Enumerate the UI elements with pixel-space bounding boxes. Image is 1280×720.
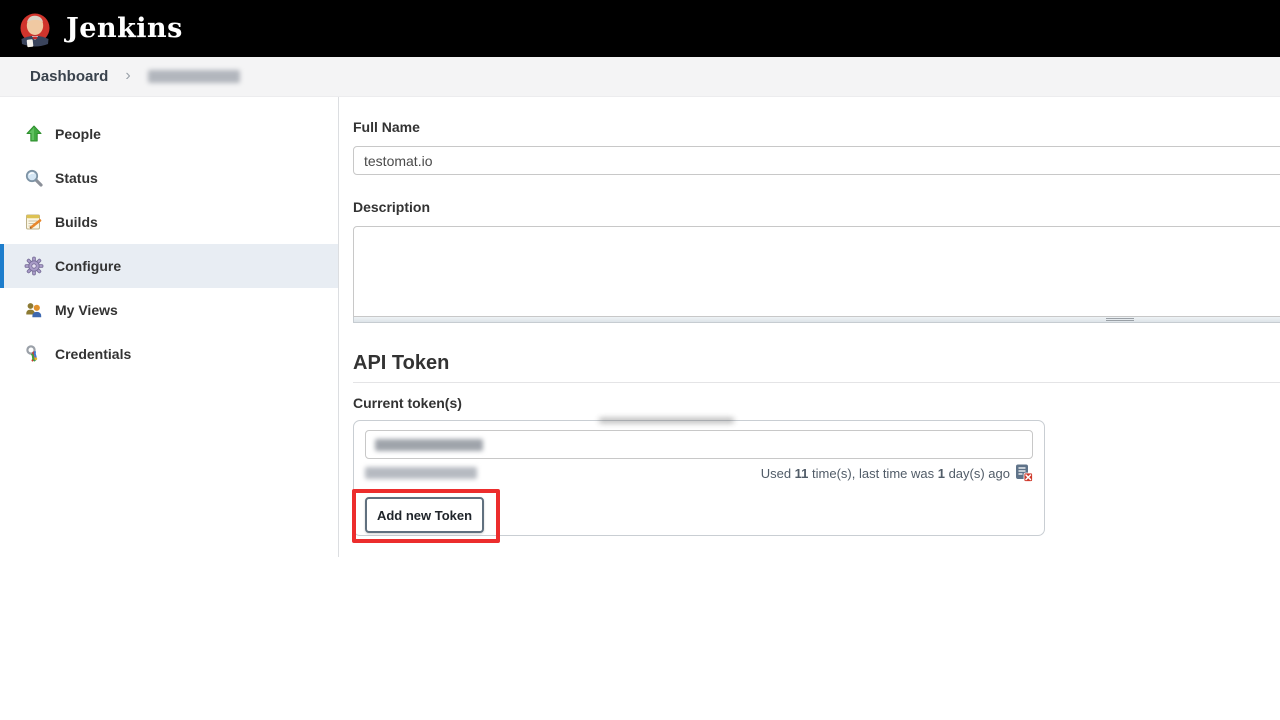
- full-name-input[interactable]: [353, 146, 1280, 175]
- breadcrumb: Dashboard ›: [0, 57, 1280, 97]
- sidebar-item-configure[interactable]: Configure: [0, 244, 338, 288]
- sidebar-item-label: Status: [55, 170, 98, 186]
- textarea-resize-handle[interactable]: [353, 317, 1280, 323]
- jenkins-home-link[interactable]: Jenkins: [0, 9, 183, 49]
- up-arrow-icon: [24, 124, 44, 144]
- sidebar-item-label: Builds: [55, 214, 98, 230]
- sidebar-item-people[interactable]: People: [0, 112, 338, 156]
- people-group-icon: [24, 300, 44, 320]
- token-name-redacted: [375, 439, 483, 451]
- sidebar-item-label: My Views: [55, 302, 118, 318]
- description-label: Description: [353, 199, 430, 215]
- sidebar-item-builds[interactable]: Builds: [0, 200, 338, 244]
- section-divider: [353, 382, 1280, 383]
- top-header-bar: Jenkins: [0, 0, 1280, 57]
- sidebar-item-label: People: [55, 126, 101, 142]
- resize-grip-icon: [1106, 318, 1134, 321]
- api-token-section-title: API Token: [353, 352, 449, 375]
- app-title: Jenkins: [66, 13, 183, 44]
- sidebar-nav: People Status: [0, 97, 338, 557]
- notepad-icon: [24, 212, 44, 232]
- credentials-icon: [24, 344, 44, 364]
- sidebar-item-credentials[interactable]: Credentials: [0, 332, 338, 376]
- breadcrumb-dashboard-link[interactable]: Dashboard: [30, 68, 108, 85]
- add-new-token-button[interactable]: Add new Token: [365, 497, 484, 533]
- token-created-redacted: [365, 467, 477, 479]
- sidebar-item-label: Credentials: [55, 346, 131, 362]
- breadcrumb-item-redacted[interactable]: [148, 70, 240, 83]
- sidebar-item-my-views[interactable]: My Views: [0, 288, 338, 332]
- jenkins-page: Jenkins Dashboard › People: [0, 0, 1280, 720]
- current-tokens-label: Current token(s): [353, 395, 462, 411]
- revoke-token-icon[interactable]: [1015, 464, 1033, 482]
- gear-icon: [24, 256, 44, 276]
- token-usage-text: Used 11 time(s), last time was 1 day(s) …: [761, 466, 1010, 481]
- full-name-label: Full Name: [353, 119, 420, 135]
- magnifier-icon: [24, 168, 44, 188]
- sidebar-item-label: Configure: [55, 258, 121, 274]
- sidebar-content-divider: [338, 97, 339, 557]
- token-meta-row: Used 11 time(s), last time was 1 day(s) …: [365, 464, 1033, 482]
- sidebar-item-status[interactable]: Status: [0, 156, 338, 200]
- description-textarea[interactable]: [353, 226, 1280, 317]
- jenkins-butler-logo-icon: [16, 9, 54, 49]
- chevron-right-icon: ›: [125, 67, 130, 85]
- redacted-smudge: [599, 418, 734, 423]
